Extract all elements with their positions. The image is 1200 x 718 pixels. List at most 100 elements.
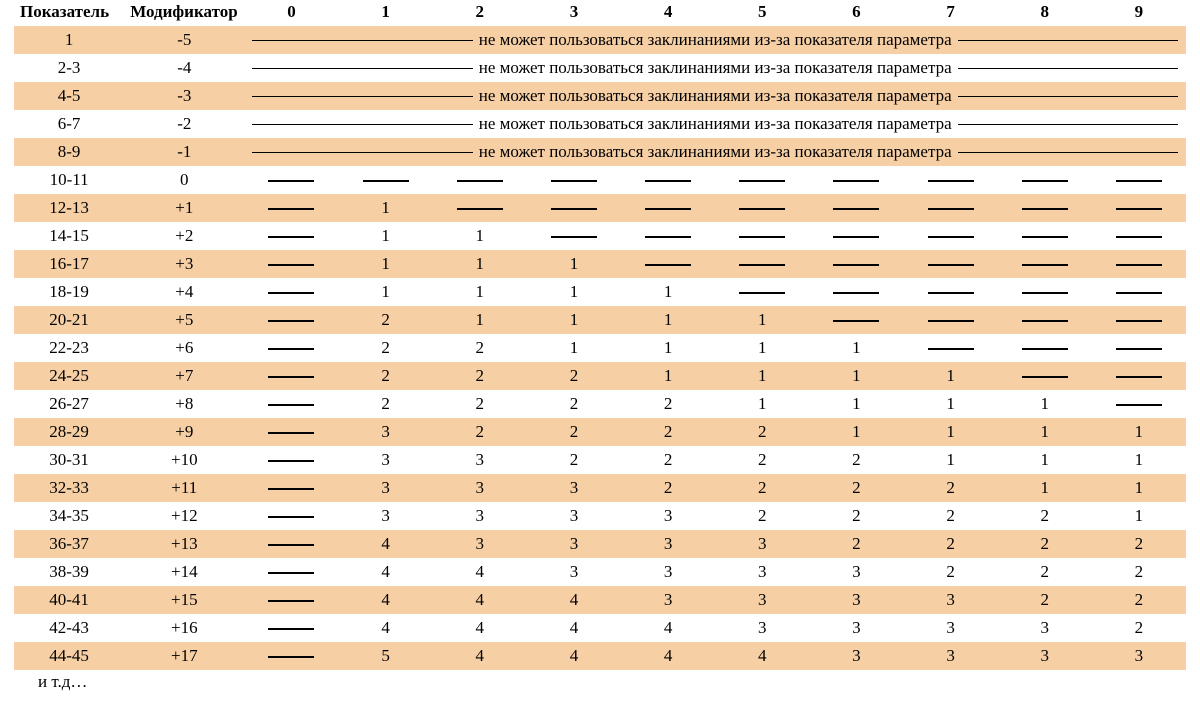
cell-spell-level-1: 2 xyxy=(339,334,433,362)
cell-spell-level-3: 2 xyxy=(527,362,621,390)
cell-spell-level-8: 1 xyxy=(998,474,1092,502)
cell-spell-level-2 xyxy=(433,166,527,194)
cell-spell-level-7: 2 xyxy=(903,530,997,558)
cell-spell-level-4 xyxy=(621,250,715,278)
cell-modifier: +6 xyxy=(124,334,244,362)
cell-spell-level-6 xyxy=(809,222,903,250)
dash-icon xyxy=(268,348,314,350)
dash-icon xyxy=(268,404,314,406)
col-header-2: 2 xyxy=(433,0,527,26)
cell-spell-level-1: 4 xyxy=(339,586,433,614)
cell-spell-level-1: 4 xyxy=(339,558,433,586)
dash-icon xyxy=(928,264,974,266)
cell-spell-level-5: 4 xyxy=(715,642,809,670)
cell-spell-level-9 xyxy=(1092,222,1186,250)
dash-icon xyxy=(268,208,314,210)
dash-icon xyxy=(268,180,314,182)
cell-stat: 40-41 xyxy=(14,586,124,614)
table-row: 10-110 xyxy=(14,166,1186,194)
cell-spell-level-1: 2 xyxy=(339,362,433,390)
dash-icon xyxy=(1022,292,1068,294)
cell-spell-level-5: 3 xyxy=(715,586,809,614)
cell-spell-level-3: 2 xyxy=(527,390,621,418)
cell-modifier: +9 xyxy=(124,418,244,446)
cell-spell-level-1: 1 xyxy=(339,250,433,278)
cell-spell-level-1: 2 xyxy=(339,306,433,334)
dash-icon xyxy=(1116,236,1162,238)
cell-spell-level-1: 4 xyxy=(339,614,433,642)
cell-spell-level-4: 3 xyxy=(621,502,715,530)
cell-spell-level-7 xyxy=(903,166,997,194)
cell-spell-level-4: 2 xyxy=(621,418,715,446)
cell-spell-level-5 xyxy=(715,222,809,250)
cell-spell-level-9 xyxy=(1092,278,1186,306)
cell-modifier: +10 xyxy=(124,446,244,474)
cannot-cast-banner: не может пользоваться заклинаниями из-за… xyxy=(244,26,1186,54)
dash-icon xyxy=(739,292,785,294)
cell-spell-level-4: 3 xyxy=(621,586,715,614)
cell-spell-level-8: 1 xyxy=(998,390,1092,418)
dash-icon xyxy=(363,180,409,182)
cell-modifier: +3 xyxy=(124,250,244,278)
cell-spell-level-8: 2 xyxy=(998,586,1092,614)
dash-icon xyxy=(833,208,879,210)
cell-spell-level-9 xyxy=(1092,194,1186,222)
table-footnote: и т.д… xyxy=(14,670,1186,692)
cell-spell-level-9 xyxy=(1092,166,1186,194)
cell-spell-level-2: 2 xyxy=(433,418,527,446)
cell-spell-level-7: 1 xyxy=(903,390,997,418)
cell-spell-level-5 xyxy=(715,278,809,306)
cell-spell-level-7: 2 xyxy=(903,502,997,530)
cell-spell-level-9: 2 xyxy=(1092,586,1186,614)
cell-spell-level-0 xyxy=(244,334,338,362)
dash-icon xyxy=(1116,292,1162,294)
cell-spell-level-0 xyxy=(244,474,338,502)
cell-spell-level-2: 3 xyxy=(433,446,527,474)
cell-spell-level-4: 1 xyxy=(621,306,715,334)
cell-spell-level-3: 1 xyxy=(527,306,621,334)
cell-stat: 44-45 xyxy=(14,642,124,670)
dash-icon xyxy=(928,180,974,182)
cell-spell-level-1: 3 xyxy=(339,418,433,446)
cell-spell-level-2: 2 xyxy=(433,390,527,418)
table-row: 18-19+41111 xyxy=(14,278,1186,306)
cell-spell-level-3: 3 xyxy=(527,558,621,586)
cell-spell-level-4: 2 xyxy=(621,446,715,474)
table-row: 30-31+10332222111 xyxy=(14,446,1186,474)
cell-spell-level-2: 2 xyxy=(433,334,527,362)
cell-modifier: -2 xyxy=(124,110,244,138)
cell-spell-level-2 xyxy=(433,194,527,222)
table-row: 16-17+3111 xyxy=(14,250,1186,278)
dash-icon xyxy=(739,236,785,238)
cell-spell-level-1: 2 xyxy=(339,390,433,418)
cell-spell-level-1: 3 xyxy=(339,474,433,502)
col-header-5: 5 xyxy=(715,0,809,26)
dash-icon xyxy=(1116,264,1162,266)
cell-spell-level-7: 3 xyxy=(903,614,997,642)
cell-spell-level-8 xyxy=(998,166,1092,194)
dash-icon xyxy=(833,236,879,238)
cell-spell-level-4 xyxy=(621,166,715,194)
cell-spell-level-6: 3 xyxy=(809,586,903,614)
cell-spell-level-8 xyxy=(998,194,1092,222)
cell-spell-level-8: 2 xyxy=(998,502,1092,530)
cell-spell-level-1: 1 xyxy=(339,278,433,306)
dash-icon xyxy=(1116,180,1162,182)
cell-spell-level-5 xyxy=(715,250,809,278)
cell-spell-level-6 xyxy=(809,194,903,222)
dash-icon xyxy=(268,432,314,434)
cell-spell-level-2: 1 xyxy=(433,222,527,250)
cell-spell-level-0 xyxy=(244,502,338,530)
dash-icon xyxy=(1116,348,1162,350)
dash-icon xyxy=(268,292,314,294)
cell-modifier: +13 xyxy=(124,530,244,558)
col-header-7: 7 xyxy=(903,0,997,26)
cell-spell-level-7: 1 xyxy=(903,418,997,446)
cell-spell-level-7 xyxy=(903,222,997,250)
cell-modifier: -3 xyxy=(124,82,244,110)
cell-spell-level-9: 1 xyxy=(1092,418,1186,446)
cell-spell-level-9: 2 xyxy=(1092,614,1186,642)
cell-spell-level-4 xyxy=(621,194,715,222)
cell-spell-level-7 xyxy=(903,278,997,306)
dash-icon xyxy=(268,572,314,574)
